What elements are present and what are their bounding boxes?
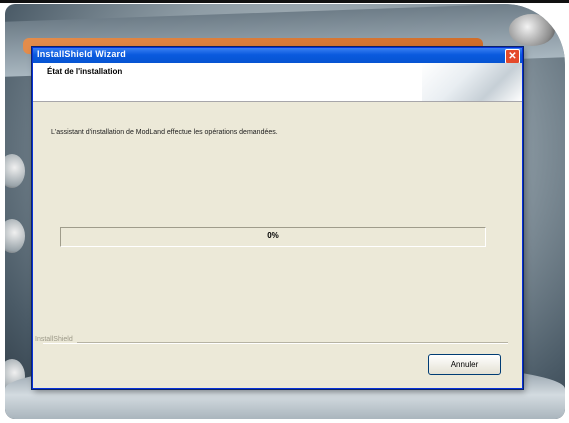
page-title: État de l'installation [47,67,123,76]
header-graphic [422,63,522,101]
brand-label: InstallShield [35,336,77,343]
close-button[interactable]: ✕ [505,49,520,64]
installshield-dialog: InstallShield Wizard ✕ État de l'install… [32,47,523,389]
progress-label: 0% [267,231,279,240]
footer-divider [43,342,508,344]
side-bump-icon [5,154,25,188]
dialog-header: État de l'installation [33,63,522,102]
logo-knob-icon [509,14,555,46]
progress-bar: 0% [60,227,486,247]
frame-top-rule [0,0,569,3]
window-title: InstallShield Wizard [37,49,126,59]
status-text: L'assistant d'installation de ModLand ef… [51,129,278,136]
cancel-button[interactable]: Annuler [428,354,501,375]
side-bump-icon [5,219,25,253]
title-bar[interactable]: InstallShield Wizard ✕ [33,48,522,64]
close-icon: ✕ [508,50,517,62]
